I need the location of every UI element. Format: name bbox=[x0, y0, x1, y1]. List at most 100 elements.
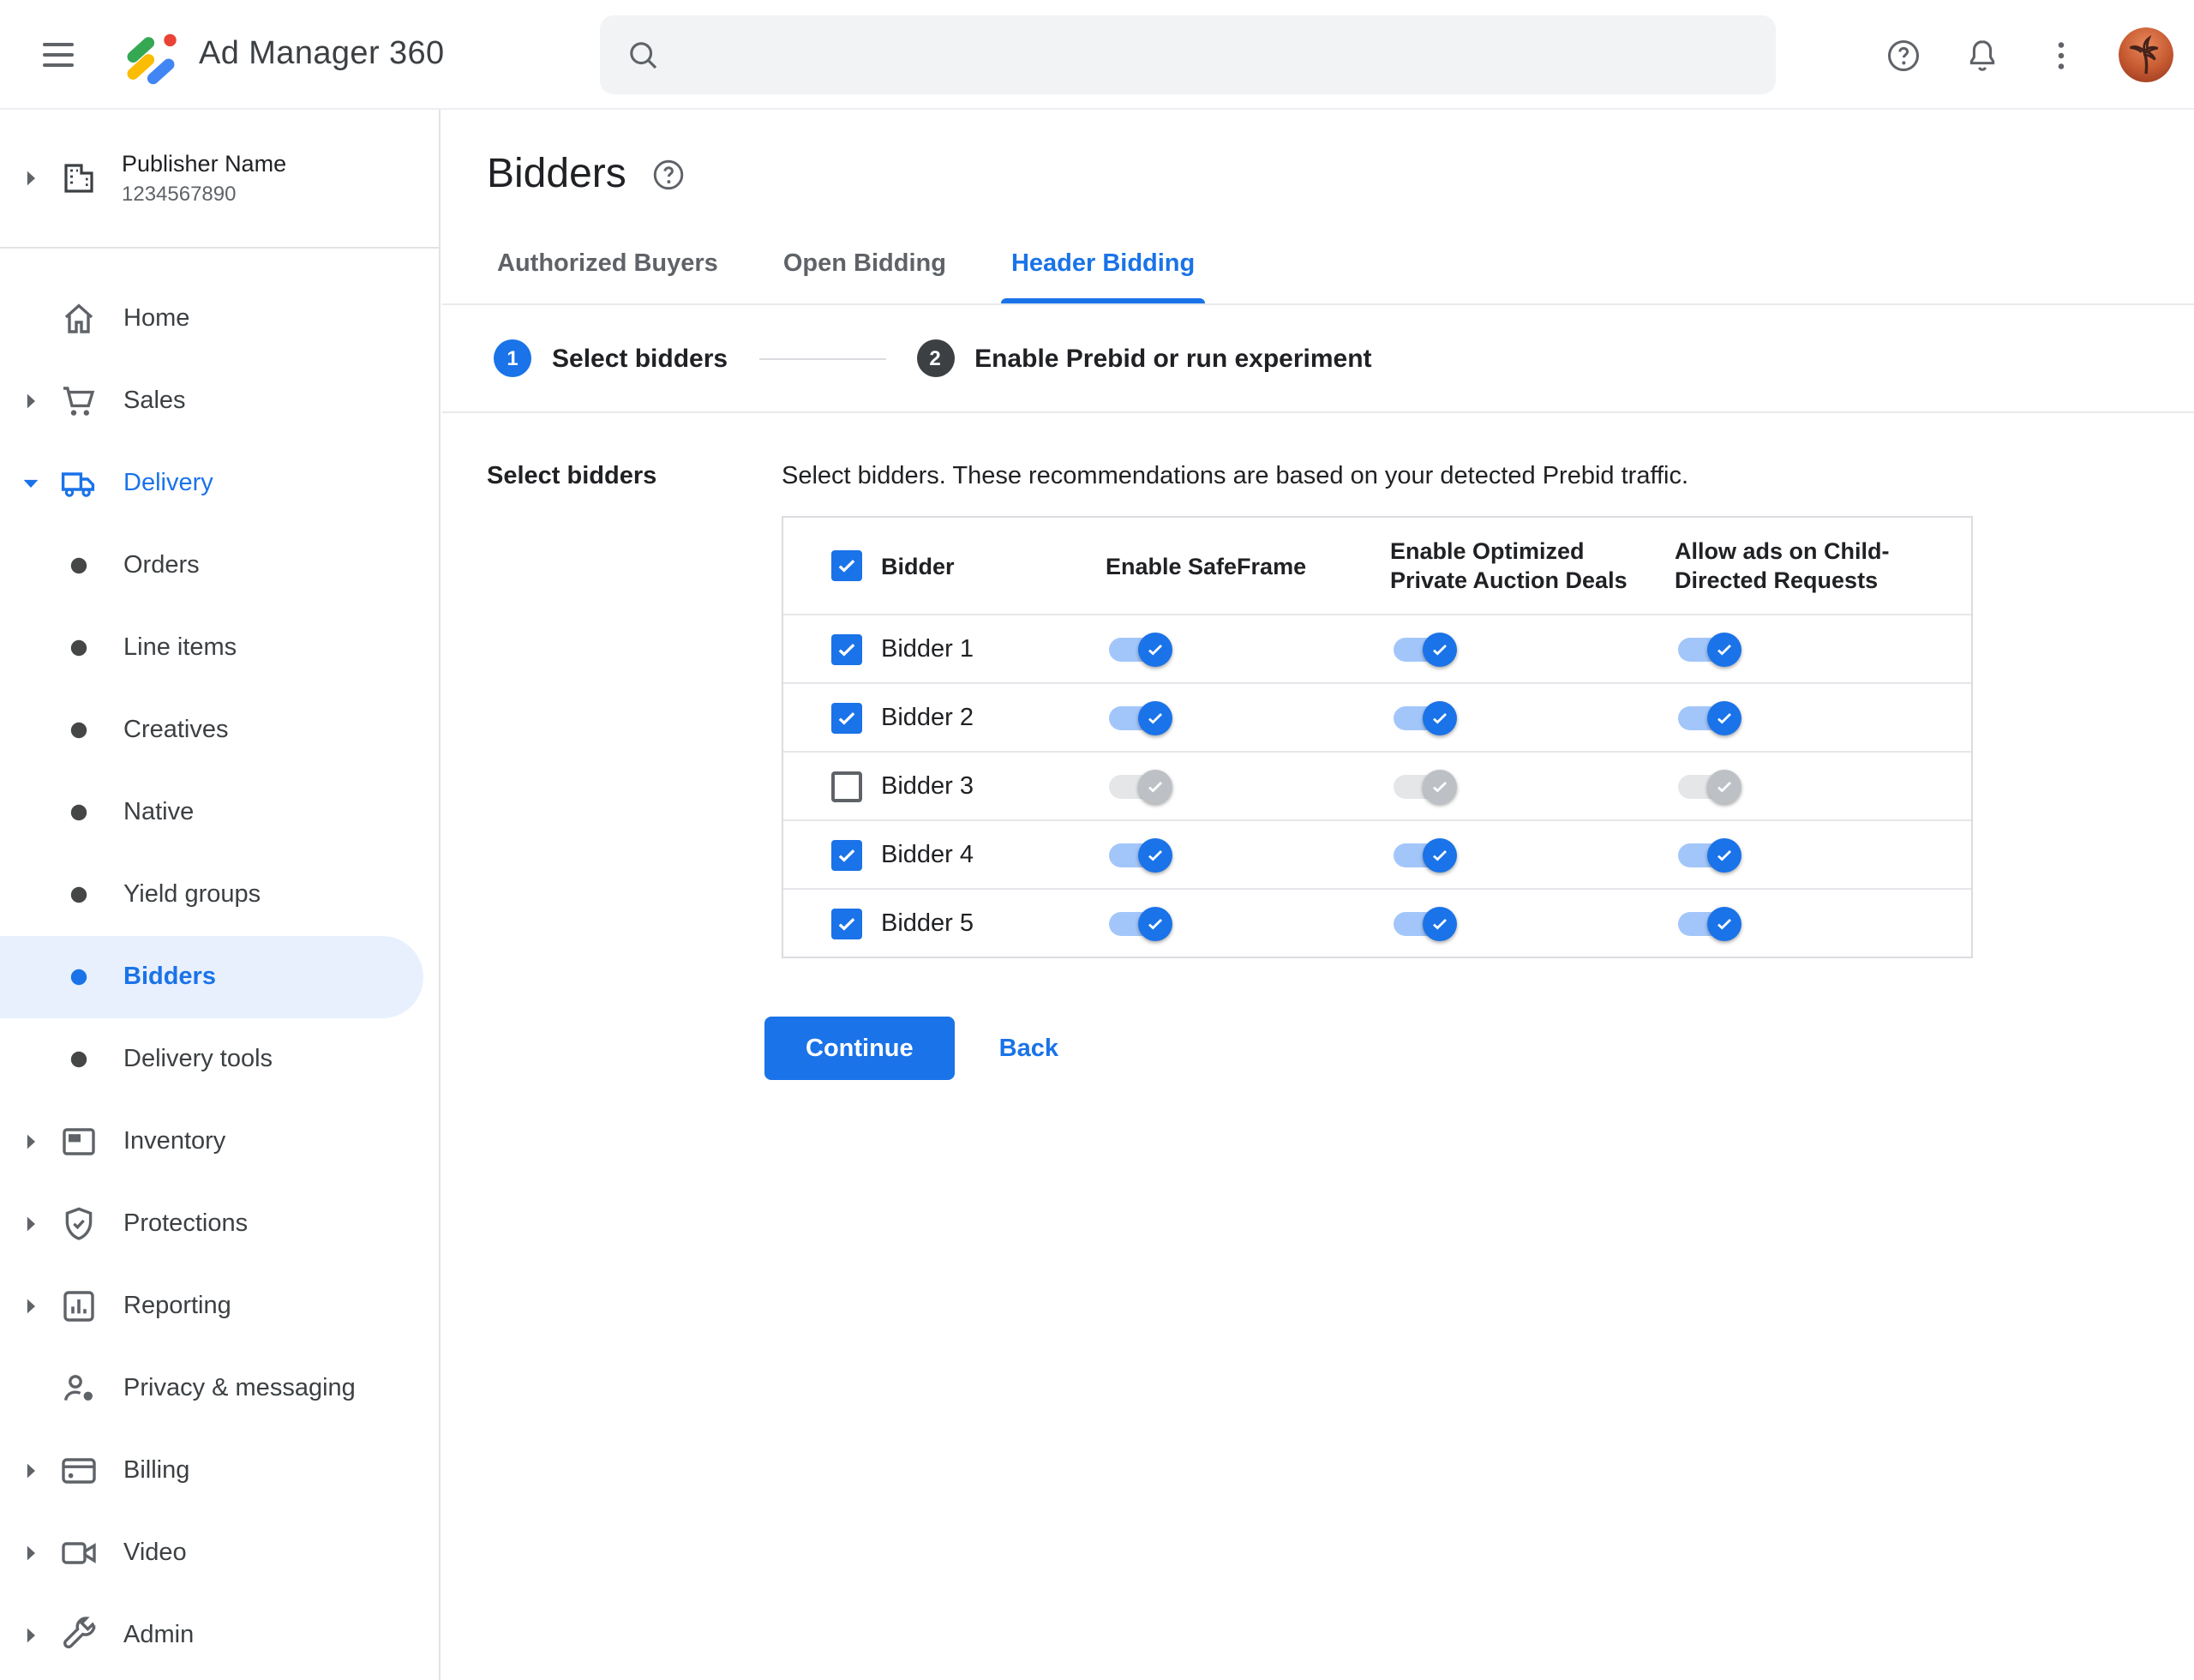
sidebar-item-sales[interactable]: Sales bbox=[0, 360, 423, 442]
row-checkbox[interactable] bbox=[831, 702, 862, 733]
sidebar-item-privacy-messaging[interactable]: Privacy & messaging bbox=[0, 1347, 423, 1430]
sidebar-item-delivery[interactable]: Delivery bbox=[0, 442, 423, 525]
tab-bar: Authorized Buyers Open Bidding Header Bidd… bbox=[442, 223, 2194, 305]
sidebar-item-yield-groups[interactable]: Yield groups bbox=[0, 854, 423, 936]
bullet-icon bbox=[58, 1039, 99, 1080]
bidders-table: Bidder Enable SafeFrame Enable Optimized… bbox=[782, 516, 1973, 958]
sidebar-item-inventory[interactable]: Inventory bbox=[0, 1101, 423, 1183]
top-app-bar: Ad Manager 360 bbox=[0, 0, 2194, 110]
sidebar-item-delivery-tools[interactable]: Delivery tools bbox=[0, 1018, 423, 1101]
toggle-child-directed-requests[interactable] bbox=[1678, 769, 1741, 803]
sidebar-item-creatives[interactable]: Creatives bbox=[0, 689, 423, 771]
building-icon bbox=[58, 158, 99, 199]
cart-icon bbox=[58, 381, 99, 422]
back-button[interactable]: Back bbox=[999, 1035, 1058, 1062]
toggle-safeframe[interactable] bbox=[1109, 837, 1172, 872]
toggle-thumb-check-icon bbox=[1707, 769, 1741, 803]
row-checkbox[interactable] bbox=[831, 908, 862, 939]
chevron-down-icon[interactable] bbox=[14, 466, 48, 501]
chevron-right-icon[interactable] bbox=[14, 1207, 48, 1241]
step-2-label: Enable Prebid or run experiment bbox=[974, 344, 1372, 373]
sidebar-item-reporting[interactable]: Reporting bbox=[0, 1265, 423, 1347]
tab-header-bidding[interactable]: Header Bidding bbox=[1000, 223, 1206, 303]
toggle-optimized-private-auction-deals[interactable] bbox=[1394, 769, 1457, 803]
continue-button[interactable]: Continue bbox=[764, 1017, 955, 1080]
publisher-switcher[interactable]: Publisher Name 1234567890 bbox=[0, 110, 439, 247]
menu-icon[interactable] bbox=[21, 16, 96, 92]
chevron-right-icon[interactable] bbox=[14, 1536, 48, 1570]
sidebar: Publisher Name 1234567890 Home Sales Deliv… bbox=[0, 110, 441, 1680]
bullet-icon bbox=[58, 627, 99, 669]
step-2: 2 Enable Prebid or run experiment bbox=[916, 339, 1372, 377]
search-bar[interactable] bbox=[600, 15, 1776, 94]
sidebar-item-admin[interactable]: Admin bbox=[0, 1594, 423, 1677]
table-row-bidder-1: Bidder 1 bbox=[783, 614, 1971, 682]
toggle-optimized-private-auction-deals[interactable] bbox=[1394, 837, 1457, 872]
toggle-child-directed-requests[interactable] bbox=[1678, 906, 1741, 940]
sidebar-item-billing[interactable]: Billing bbox=[0, 1430, 423, 1512]
toggle-optimized-private-auction-deals[interactable] bbox=[1394, 632, 1457, 666]
chevron-right-icon[interactable] bbox=[14, 1454, 48, 1488]
toggle-optimized-private-auction-deals[interactable] bbox=[1394, 906, 1457, 940]
row-checkbox[interactable] bbox=[831, 839, 862, 870]
page-title: Bidders bbox=[487, 151, 626, 197]
sidebar-item-bidders[interactable]: Bidders bbox=[0, 936, 423, 1018]
select-all-checkbox[interactable] bbox=[831, 550, 862, 581]
toggle-safeframe[interactable] bbox=[1109, 906, 1172, 940]
toggle-safeframe[interactable] bbox=[1109, 632, 1172, 666]
toggle-child-directed-requests[interactable] bbox=[1678, 632, 1741, 666]
section-label: Select bidders bbox=[487, 463, 657, 490]
bidder-name: Bidder 2 bbox=[881, 704, 974, 731]
toggle-safeframe[interactable] bbox=[1109, 769, 1172, 803]
sidebar-item-home[interactable]: Home bbox=[0, 278, 423, 360]
tab-authorized-buyers[interactable]: Authorized Buyers bbox=[497, 223, 718, 303]
sidebar-item-video[interactable]: Video bbox=[0, 1512, 423, 1594]
sidebar-item-native[interactable]: Native bbox=[0, 771, 423, 854]
table-header-row: Bidder Enable SafeFrame Enable Optimized… bbox=[783, 518, 1971, 614]
sidebar-item-label: Admin bbox=[123, 1622, 195, 1649]
row-checkbox[interactable] bbox=[831, 633, 862, 664]
chart-icon bbox=[58, 1286, 99, 1327]
chevron-right-icon[interactable] bbox=[14, 161, 48, 195]
page-help-icon[interactable] bbox=[650, 156, 688, 194]
step-1-circle: 1 bbox=[494, 339, 531, 377]
toggle-child-directed-requests[interactable] bbox=[1678, 837, 1741, 872]
sidebar-item-label: Protections bbox=[123, 1210, 249, 1238]
chevron-right-icon[interactable] bbox=[14, 1618, 48, 1653]
tab-open-bidding[interactable]: Open Bidding bbox=[783, 223, 946, 303]
toggle-child-directed-requests[interactable] bbox=[1678, 700, 1741, 735]
sidebar-item-label: Orders bbox=[123, 552, 200, 579]
help-icon[interactable] bbox=[1868, 21, 1937, 89]
toggle-thumb-check-icon bbox=[1707, 632, 1741, 666]
sidebar-item-label: Home bbox=[123, 305, 190, 333]
home-icon bbox=[58, 298, 99, 339]
bidder-name: Bidder 5 bbox=[881, 909, 974, 937]
sidebar-item-label: Billing bbox=[123, 1457, 190, 1485]
sidebar-item-line-items[interactable]: Line items bbox=[0, 607, 423, 689]
row-checkbox[interactable] bbox=[831, 771, 862, 801]
toggle-safeframe[interactable] bbox=[1109, 700, 1172, 735]
table-body: Bidder 1 Bidder 2 Bidder 3 Bidder 4 Bidder 5 bbox=[783, 614, 1971, 957]
topbar-actions bbox=[1868, 0, 2173, 110]
search-input[interactable] bbox=[682, 15, 1752, 94]
sidebar-item-orders[interactable]: Orders bbox=[0, 525, 423, 607]
toggle-optimized-private-auction-deals[interactable] bbox=[1394, 700, 1457, 735]
sidebar-item-protections[interactable]: Protections bbox=[0, 1183, 423, 1265]
search-icon bbox=[624, 36, 662, 74]
bullet-icon bbox=[58, 710, 99, 751]
toggle-thumb-check-icon bbox=[1423, 769, 1457, 803]
camera-icon bbox=[58, 1533, 99, 1574]
chevron-right-icon[interactable] bbox=[14, 384, 48, 418]
notifications-bell-icon[interactable] bbox=[1947, 21, 2016, 89]
window-icon bbox=[58, 1121, 99, 1162]
overflow-kebab-icon[interactable] bbox=[2026, 21, 2095, 89]
step-connector bbox=[758, 357, 886, 359]
chevron-right-icon[interactable] bbox=[14, 1125, 48, 1159]
avatar[interactable] bbox=[2119, 27, 2173, 82]
chevron-right-icon[interactable] bbox=[14, 1289, 48, 1323]
toggle-thumb-check-icon bbox=[1138, 837, 1172, 872]
